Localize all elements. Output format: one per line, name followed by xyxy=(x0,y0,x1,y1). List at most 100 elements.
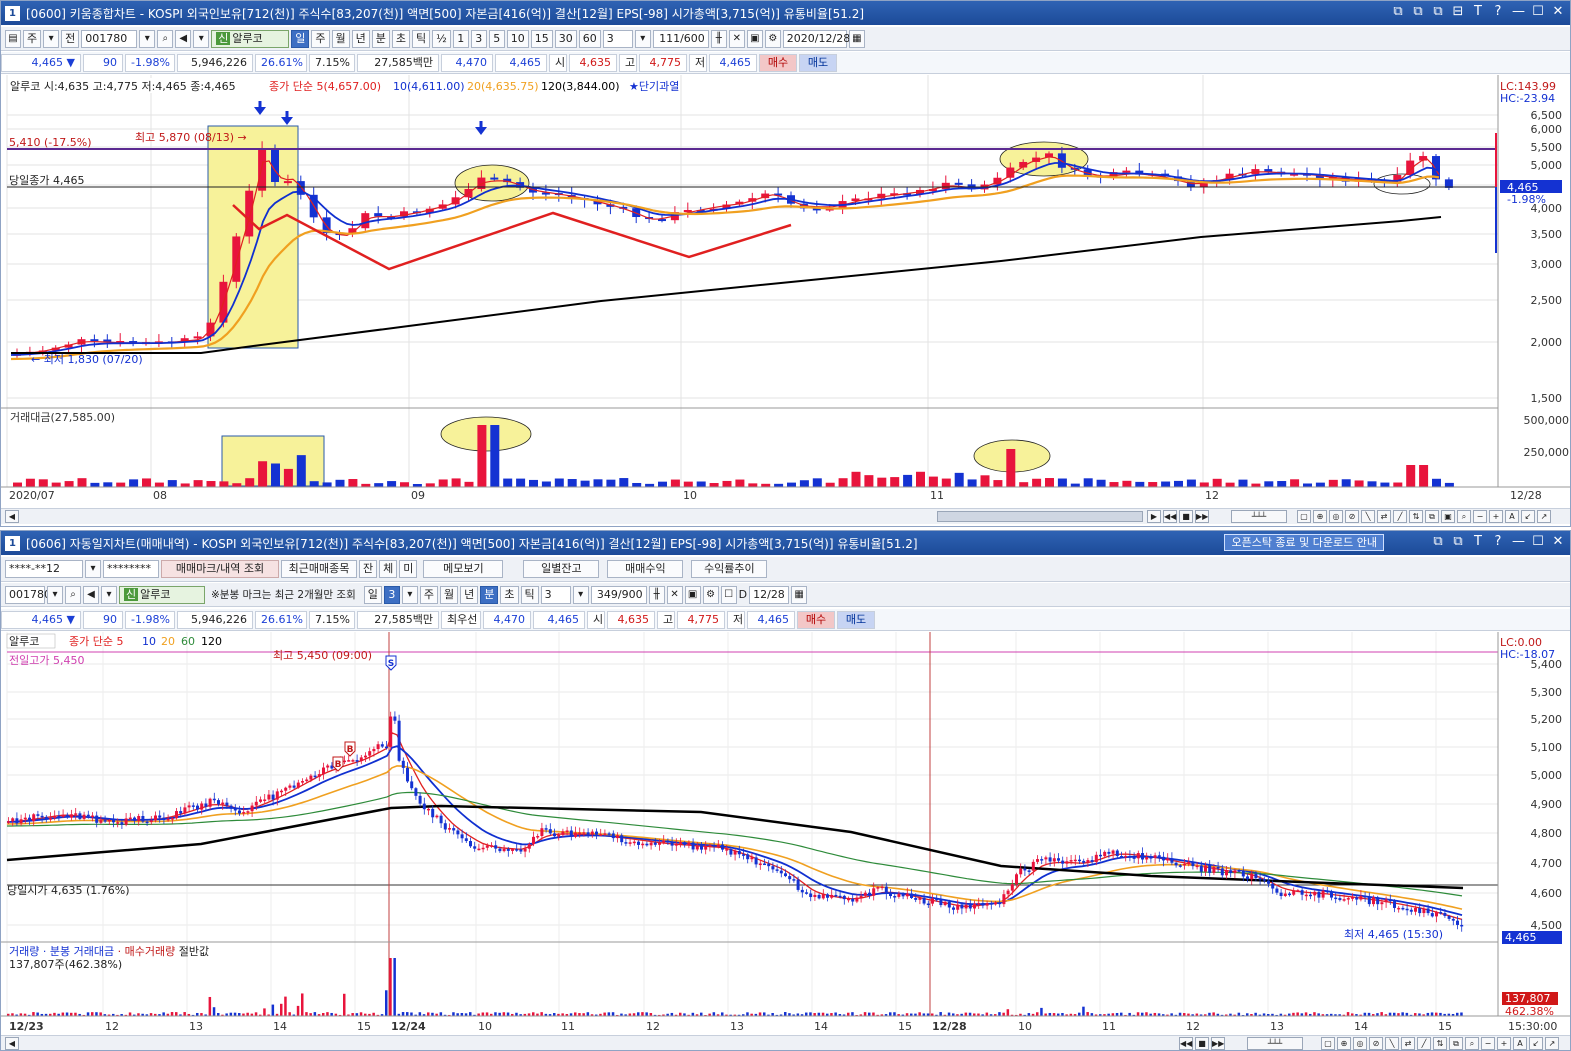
balance-button[interactable]: 잔 xyxy=(359,560,378,578)
tool-icon[interactable]: ╱ xyxy=(1393,510,1407,523)
cross-icon[interactable]: ✕ xyxy=(666,585,683,604)
minute-count-input[interactable]: 3 xyxy=(540,585,571,604)
copy-icon[interactable]: ⧉ xyxy=(1412,4,1424,19)
zoom-out-icon[interactable]: − xyxy=(1473,510,1487,523)
chevron-down-icon[interactable]: ▾ xyxy=(572,585,589,604)
period-minute[interactable]: 분 xyxy=(371,29,390,48)
cross-icon[interactable]: ✕ xyxy=(728,29,745,48)
text-icon[interactable]: T xyxy=(1472,4,1484,19)
tool-icon[interactable]: ⊘ xyxy=(1369,1037,1383,1050)
help-icon[interactable]: ? xyxy=(1492,534,1504,549)
stop-icon[interactable]: ■ xyxy=(1179,510,1193,523)
text-icon[interactable]: T xyxy=(1472,534,1484,549)
gear-icon[interactable]: ⚙ xyxy=(702,585,719,604)
chevron-down-icon[interactable]: ▾ xyxy=(85,560,101,578)
tool-icon[interactable]: ⇄ xyxy=(1401,1037,1415,1050)
period-select[interactable]: 주 xyxy=(23,29,42,48)
range-select[interactable]: 전 xyxy=(61,29,80,48)
sell-button[interactable]: 매도 xyxy=(837,610,875,629)
minute-3[interactable]: 3 xyxy=(470,29,487,48)
buy-button[interactable]: 매수 xyxy=(759,53,797,72)
chevron-down-icon[interactable]: ▾ xyxy=(193,29,210,48)
minute-candle-chart[interactable]: SBB 5,4005,3005,2005,1005,0004,9004,8004… xyxy=(1,632,1571,1036)
zoom-out-icon[interactable]: − xyxy=(1481,1037,1495,1050)
period-tick[interactable]: 틱 xyxy=(520,585,539,604)
shrink-icon[interactable]: ↙ xyxy=(1529,1037,1543,1050)
period-year[interactable]: 년 xyxy=(460,585,479,604)
tool-icon[interactable]: ▢ xyxy=(1297,510,1311,523)
minimize-icon[interactable]: — xyxy=(1512,534,1525,549)
account-select[interactable]: ****-**12 xyxy=(5,560,83,578)
zoom-slider[interactable]: ┴┴┴ xyxy=(1247,1037,1303,1050)
stock-name-field[interactable]: 신 알루코 xyxy=(119,585,205,604)
text-size-icon[interactable]: A xyxy=(1505,510,1519,523)
chevron-down-icon[interactable]: ▾ xyxy=(101,585,117,604)
layout-icon[interactable]: ⊟ xyxy=(1452,4,1464,19)
zoom-in-icon[interactable]: + xyxy=(1497,1037,1511,1050)
period-tick[interactable]: 틱 xyxy=(412,29,431,48)
tool-icon[interactable]: ⇅ xyxy=(1409,510,1423,523)
tool-icon[interactable]: ╲ xyxy=(1385,1037,1399,1050)
period-week[interactable]: 주 xyxy=(419,585,438,604)
date-input[interactable]: 12/28 xyxy=(749,585,790,604)
gear-icon[interactable]: ⚙ xyxy=(764,29,781,48)
expand-icon[interactable]: ↗ xyxy=(1537,510,1551,523)
chevron-down-icon[interactable]: ▾ xyxy=(43,29,60,48)
speaker-icon[interactable]: ◀ xyxy=(83,585,99,604)
period-year[interactable]: 년 xyxy=(351,29,370,48)
forward-icon[interactable]: ▶▶ xyxy=(1195,510,1209,523)
expand-icon[interactable]: ↗ xyxy=(1545,1037,1559,1050)
search-icon[interactable]: ⌕ xyxy=(157,29,174,48)
minute-5[interactable]: 5 xyxy=(488,29,505,48)
zoom-in-icon[interactable]: + xyxy=(1489,510,1503,523)
minute-15[interactable]: 15 xyxy=(530,29,553,48)
chevron-down-icon[interactable]: ▾ xyxy=(139,29,156,48)
calendar-icon[interactable]: ▦ xyxy=(848,29,865,48)
tool-icon[interactable]: ▣ xyxy=(1441,510,1455,523)
copy-icon[interactable]: ⧉ xyxy=(1452,534,1464,549)
stock-code-input[interactable]: 001780 xyxy=(5,585,51,604)
rewind-icon[interactable]: ◀◀ xyxy=(1179,1037,1193,1050)
minimize-icon[interactable]: — xyxy=(1512,4,1525,19)
chart-scrollbar[interactable]: ◀ ◀◀ ■ ▶▶ ┴┴┴ ▢ ⊕ ◎ ⊘ ╲ ⇄ ╱ ⇅ ⧉ ⌕ − + A … xyxy=(1,1035,1570,1050)
tool-icon[interactable]: ⧉ xyxy=(1425,510,1439,523)
tool-icon[interactable]: ⊕ xyxy=(1337,1037,1351,1050)
minute-1[interactable]: 1 xyxy=(452,29,469,48)
zoom-slider[interactable]: ┴┴┴ xyxy=(1231,510,1287,523)
link-icon[interactable]: ⧉ xyxy=(1392,4,1404,19)
half-button[interactable]: ½ xyxy=(432,29,451,48)
chevron-down-icon[interactable]: ▾ xyxy=(401,585,418,604)
save-icon[interactable]: ▣ xyxy=(684,585,701,604)
period-second[interactable]: 초 xyxy=(500,585,519,604)
memo-button[interactable]: 메모보기 xyxy=(423,560,504,578)
date-input[interactable]: 2020/12/28 xyxy=(782,29,850,48)
scroll-left-icon[interactable]: ◀ xyxy=(5,510,19,523)
period-week[interactable]: 주 xyxy=(311,29,330,48)
forward-icon[interactable]: ▶▶ xyxy=(1211,1037,1225,1050)
candle-type-icon[interactable]: ╫ xyxy=(648,585,665,604)
chart-scrollbar[interactable]: ◀ ▶ ◀◀ ■ ▶▶ ┴┴┴ ▢ ⊕ ◎ ⊘ ╲ ⇄ ╱ ⇅ ⧉ ▣ ⌕ − … xyxy=(1,508,1570,524)
tool-icon[interactable]: ╲ xyxy=(1361,510,1375,523)
minute-60[interactable]: 60 xyxy=(578,29,601,48)
chevron-down-icon[interactable]: ▾ xyxy=(47,585,63,604)
tool-icon[interactable]: ◎ xyxy=(1329,510,1343,523)
sell-button[interactable]: 매도 xyxy=(799,53,837,72)
tool-icon[interactable]: ▢ xyxy=(1321,1037,1335,1050)
tool-icon[interactable]: ⇅ xyxy=(1433,1037,1447,1050)
recent-trades-button[interactable]: 최근매매종목 xyxy=(281,560,357,578)
tool-icon[interactable]: ⇄ xyxy=(1377,510,1391,523)
close-icon[interactable]: ✕ xyxy=(1552,534,1564,549)
search-icon[interactable]: ⌕ xyxy=(1465,1037,1479,1050)
period-month[interactable]: 월 xyxy=(440,585,459,604)
shrink-icon[interactable]: ↙ xyxy=(1521,510,1535,523)
speaker-icon[interactable]: ◀ xyxy=(175,29,192,48)
period-month[interactable]: 월 xyxy=(331,29,350,48)
unexecuted-button[interactable]: 미 xyxy=(399,560,418,578)
period-day[interactable]: 일 xyxy=(363,585,382,604)
tool-icon[interactable]: ⊘ xyxy=(1345,510,1359,523)
candle-type-icon[interactable]: ╫ xyxy=(710,29,727,48)
period-day[interactable]: 일 xyxy=(291,29,310,48)
search-icon[interactable]: ⌕ xyxy=(65,585,81,604)
stock-name-field[interactable]: 신 알루코 xyxy=(211,29,290,48)
tool-icon[interactable]: ◎ xyxy=(1353,1037,1367,1050)
